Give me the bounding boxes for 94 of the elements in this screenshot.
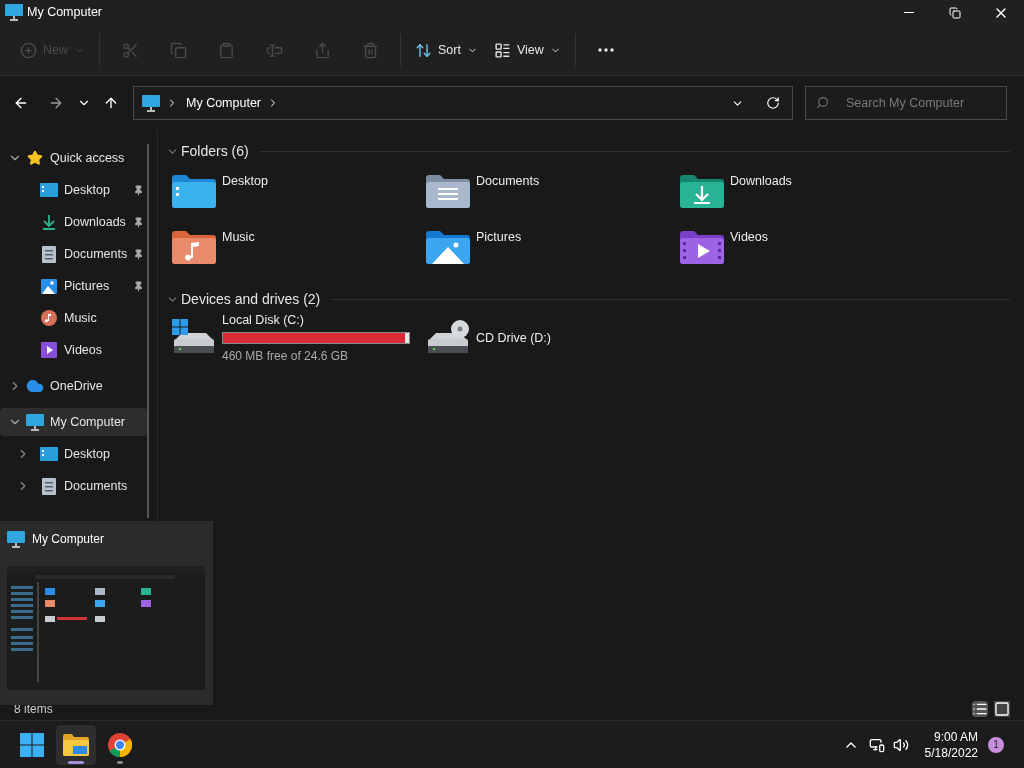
copy-icon	[169, 41, 187, 59]
notification-count[interactable]: 1	[988, 736, 1004, 753]
desktop-icon	[40, 447, 58, 461]
path-segment[interactable]: My Computer	[186, 93, 262, 113]
sidebar-item[interactable]: Downloads	[0, 208, 147, 236]
folder-icon	[172, 231, 216, 264]
folder-tile[interactable]: Music	[172, 224, 426, 280]
item-label: Documents	[476, 173, 540, 190]
folder-icon	[680, 175, 724, 208]
browser-icon	[108, 732, 132, 757]
view-button[interactable]: View	[485, 33, 569, 67]
sidebar-item[interactable]: Pictures	[0, 272, 147, 300]
tiles-view-icon[interactable]	[994, 701, 1010, 717]
music-icon	[41, 310, 57, 326]
item-label: Pictures	[64, 277, 110, 295]
share-icon	[313, 41, 331, 59]
cloud-icon	[26, 377, 44, 395]
item-label: Pictures	[476, 229, 522, 246]
folder-icon	[426, 231, 470, 264]
search-field[interactable]: Search My Computer	[805, 86, 1007, 120]
item-label: Videos	[64, 341, 102, 359]
paste-icon	[217, 41, 235, 59]
sidebar-item[interactable]: Documents	[0, 240, 147, 268]
folder-icon	[680, 231, 724, 264]
monitor-icon	[7, 530, 25, 548]
desktop-icon	[40, 183, 58, 197]
folder-icon	[63, 733, 89, 756]
cut-icon	[121, 41, 139, 59]
drive-tile[interactable]: Local Disk (C:) 460 MB free of 24.6 GB	[172, 312, 426, 364]
picture-icon	[41, 278, 57, 294]
sidebar-item[interactable]: My Computer	[0, 408, 147, 436]
free-space-text: 460 MB free of 24.6 GB	[222, 348, 350, 366]
window-title: My Computer	[27, 4, 103, 22]
item-label: Documents	[64, 245, 128, 263]
plus-icon	[20, 41, 37, 59]
sidebar-item[interactable]: Desktop	[0, 176, 147, 204]
folder-tile[interactable]: Downloads	[680, 168, 934, 224]
section-heading: Folders (6)	[181, 141, 249, 161]
item-label: Desktop	[64, 445, 110, 463]
item-label: My Computer	[50, 413, 126, 431]
search-icon	[816, 96, 829, 109]
folder-tile[interactable]: Videos	[680, 224, 934, 280]
section-heading: Devices and drives (2)	[181, 289, 321, 309]
item-label: OneDrive	[50, 377, 103, 395]
folder-tile[interactable]: Desktop	[172, 168, 426, 224]
sidebar-item[interactable]: Music	[0, 304, 147, 332]
drive-name: Local Disk (C:)	[222, 311, 305, 329]
network-icon[interactable]	[868, 736, 885, 753]
star-icon	[27, 150, 43, 166]
preview-title: My Computer	[32, 531, 105, 548]
trash-icon	[361, 41, 379, 59]
download-icon	[41, 214, 57, 230]
details-view-icon[interactable]	[972, 701, 988, 717]
view-icon	[493, 41, 511, 59]
item-label: Desktop	[64, 181, 110, 199]
item-label: Documents	[64, 477, 128, 495]
sidebar-item[interactable]: Quick access	[0, 144, 147, 172]
item-label: Music	[222, 229, 255, 246]
sidebar-item[interactable]: Desktop	[0, 440, 147, 468]
item-label: Quick access	[50, 149, 125, 167]
folder-icon	[426, 175, 470, 208]
volume-icon[interactable]	[892, 736, 909, 753]
item-label: Music	[64, 309, 97, 327]
address-bar[interactable]: My Computer	[133, 86, 793, 120]
minimize-icon	[904, 12, 914, 13]
video-icon	[41, 342, 57, 358]
forward-arrow-icon	[48, 95, 64, 111]
document-icon	[42, 477, 56, 495]
monitor-icon	[26, 413, 44, 431]
monitor-icon	[142, 94, 160, 112]
sidebar-item[interactable]: OneDrive	[0, 372, 147, 400]
drive-name: CD Drive (D:)	[476, 329, 551, 347]
folder-icon	[172, 175, 216, 208]
window-preview[interactable]: My Computer	[0, 521, 213, 705]
windows-icon	[20, 732, 44, 757]
folder-tile[interactable]: Pictures	[426, 224, 680, 280]
item-label: Desktop	[222, 173, 268, 190]
sort-button[interactable]: Sort	[407, 33, 486, 67]
more-icon	[597, 48, 614, 52]
restore-icon	[949, 6, 961, 19]
refresh-icon[interactable]	[766, 96, 780, 110]
sort-icon	[415, 41, 432, 59]
folder-app-button[interactable]	[56, 724, 96, 765]
clock[interactable]: 9:00 AM 5/18/2022	[924, 728, 978, 761]
item-label: Downloads	[64, 213, 126, 231]
sidebar-item[interactable]: Documents	[0, 472, 147, 500]
sidebar-item[interactable]: Videos	[0, 336, 147, 364]
document-icon	[42, 245, 56, 263]
monitor-icon	[5, 4, 23, 21]
rename-icon	[265, 41, 283, 59]
item-label: Downloads	[730, 173, 792, 190]
folder-tile[interactable]: Documents	[426, 168, 680, 224]
item-label: Videos	[730, 229, 768, 246]
drive-tile[interactable]: CD Drive (D:)	[426, 312, 680, 364]
